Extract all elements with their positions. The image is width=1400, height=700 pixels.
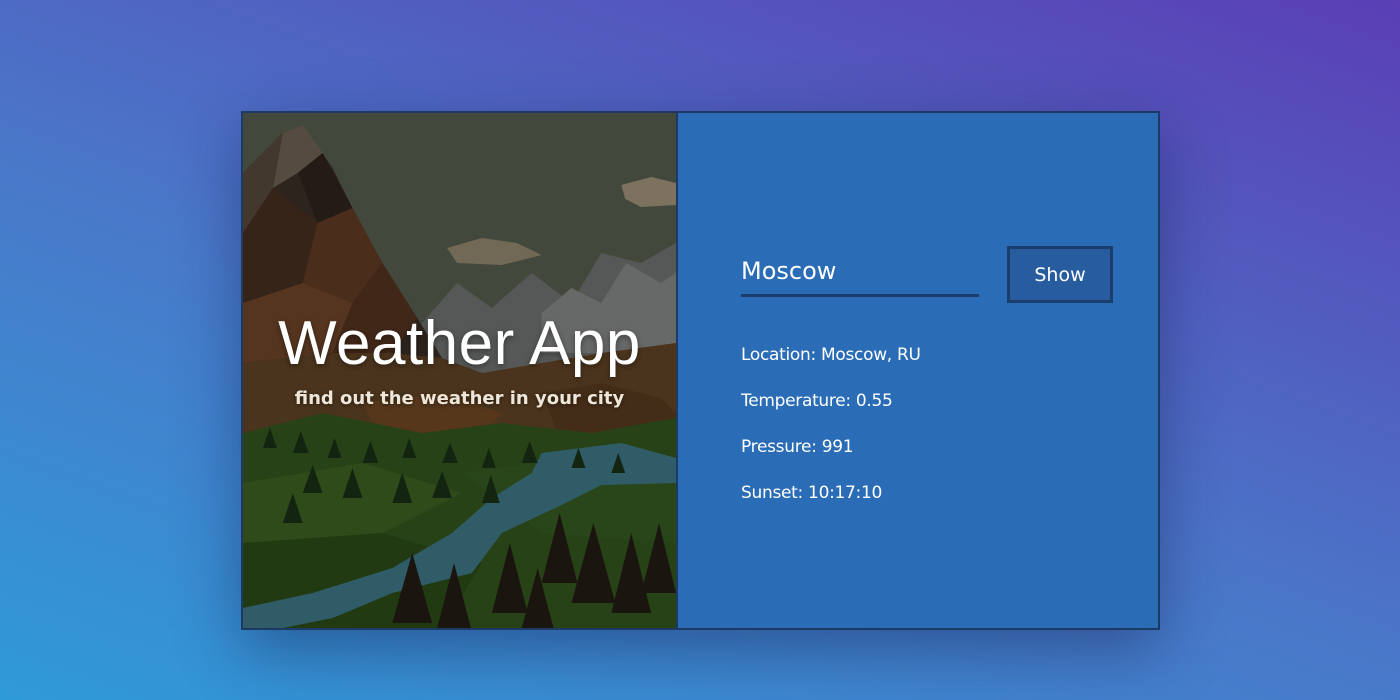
temperature-text: Temperature: 0.55 [741, 391, 893, 411]
weather-info-list: Location: Moscow, RU Temperature: 0.55 P… [741, 343, 921, 527]
pressure-text: Pressure: 991 [741, 437, 854, 457]
sunset-text: Sunset: 10:17:10 [741, 483, 883, 503]
app-title: Weather App [278, 309, 641, 378]
city-form: Show [741, 240, 1113, 303]
hero-titles: Weather App find out the weather in your… [243, 308, 676, 409]
location-text: Location: Moscow, RU [741, 345, 921, 365]
weather-card: Weather App find out the weather in your… [241, 111, 1160, 630]
weather-panel: Show Location: Moscow, RU Temperature: 0… [678, 113, 1158, 628]
show-button[interactable]: Show [1007, 246, 1113, 303]
hero-panel: Weather App find out the weather in your… [243, 113, 678, 628]
city-input[interactable] [741, 245, 979, 297]
app-subtitle: find out the weather in your city [294, 388, 625, 409]
